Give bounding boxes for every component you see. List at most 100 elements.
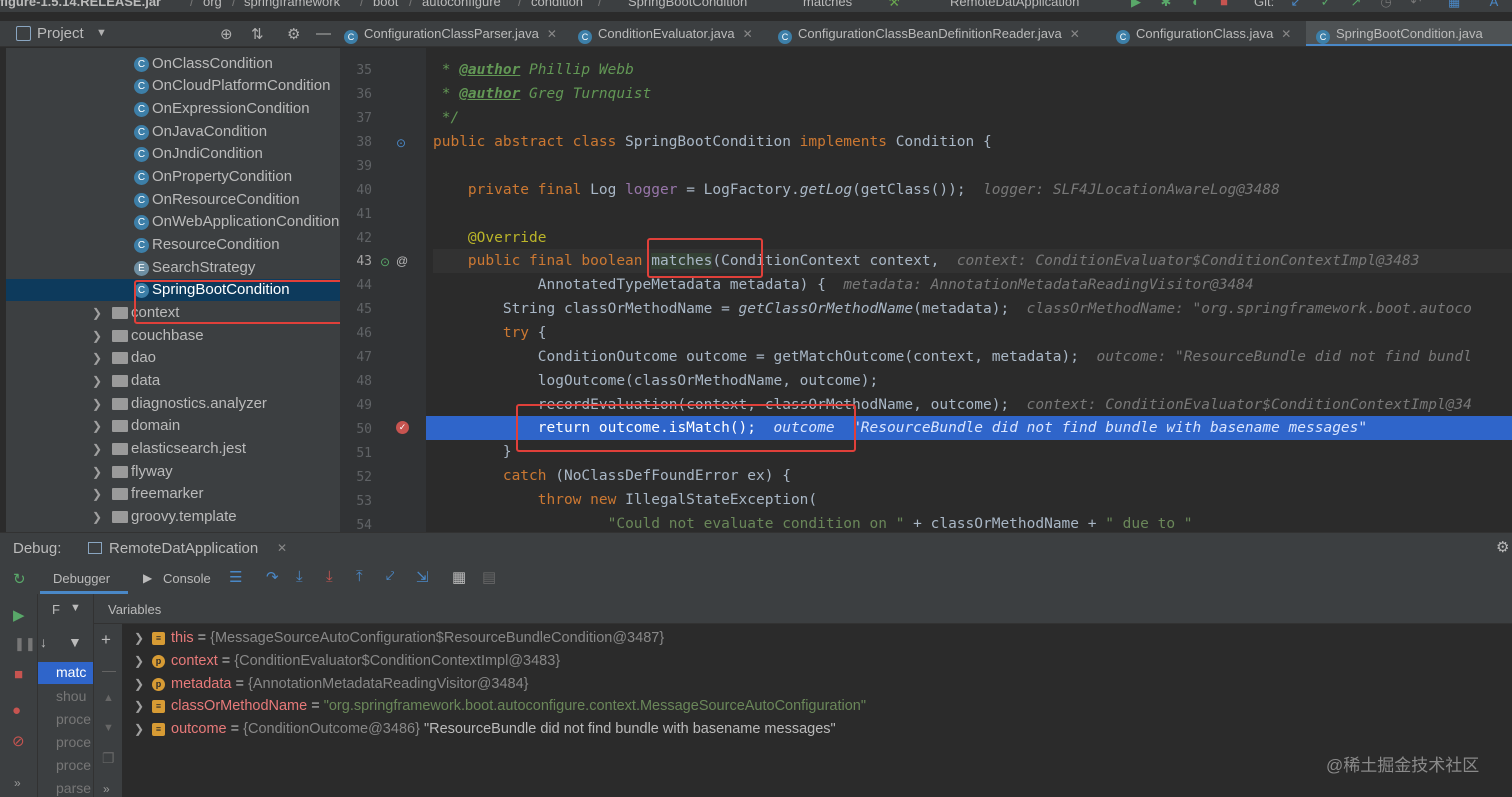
locate-icon[interactable]: ⊕ bbox=[220, 25, 233, 43]
stop-icon[interactable]: ■ bbox=[14, 666, 23, 683]
breadcrumb-condition[interactable]: condition bbox=[531, 0, 583, 9]
git-update-icon[interactable]: ↙ bbox=[1290, 0, 1302, 8]
frame-item[interactable]: shou bbox=[56, 688, 86, 704]
close-icon[interactable]: ✕ bbox=[743, 27, 753, 41]
chevron-right-icon[interactable]: ❯ bbox=[92, 302, 102, 324]
tab-configuration-class-bean-definition-reader[interactable]: C ConfigurationClassBeanDefinitionReader.… bbox=[778, 21, 1108, 46]
tree-item-enum[interactable]: E SearchStrategy bbox=[6, 257, 340, 279]
rollback-icon[interactable]: ↶ bbox=[1410, 0, 1422, 8]
tree-item-folder[interactable]: ❯ domain bbox=[6, 415, 340, 437]
gear-icon[interactable]: ⚙ bbox=[1496, 538, 1509, 556]
tree-item-class[interactable]: C OnCloudPlatformCondition bbox=[6, 75, 340, 97]
code-editor[interactable]: 35 36 37 38 39 40 41 42 43 44 45 46 47 4… bbox=[340, 48, 1512, 532]
step-down-icon[interactable]: ↓ bbox=[40, 634, 47, 650]
close-icon[interactable]: ✕ bbox=[1070, 27, 1080, 41]
debug-session-tab[interactable]: RemoteDatApplication bbox=[109, 540, 258, 557]
copy-icon[interactable]: ❐ bbox=[102, 750, 115, 767]
chevron-right-icon[interactable]: ❯ bbox=[92, 415, 102, 437]
history-icon[interactable]: ◷ bbox=[1380, 0, 1392, 8]
run-to-cursor-icon[interactable]: ⇲ bbox=[416, 568, 429, 586]
mute-breakpoints-icon[interactable]: ⊘ bbox=[12, 732, 25, 750]
tree-item-class[interactable]: C OnPropertyCondition bbox=[6, 166, 340, 188]
chevron-right-icon[interactable]: ❯ bbox=[134, 627, 144, 650]
tree-item-folder[interactable]: ❯ groovy.template bbox=[6, 506, 340, 528]
add-watch-icon[interactable]: + bbox=[101, 630, 111, 650]
frame-item-selected[interactable]: matc bbox=[38, 662, 93, 684]
chevron-right-icon[interactable]: ❯ bbox=[134, 650, 144, 673]
step-into-icon[interactable]: ⤓ bbox=[296, 568, 303, 585]
tree-item-folder[interactable]: ❯ diagnostics.analyzer bbox=[6, 393, 340, 415]
close-icon[interactable]: ✕ bbox=[277, 541, 287, 555]
run-icon[interactable]: ▶ bbox=[1130, 0, 1142, 8]
chevron-right-icon[interactable]: ❯ bbox=[92, 438, 102, 460]
tree-item-folder[interactable]: ❯ flyway bbox=[6, 461, 340, 483]
evaluate-icon[interactable]: ▦ bbox=[452, 568, 466, 586]
step-over-icon[interactable]: ↷ bbox=[266, 568, 279, 586]
breadcrumb-class[interactable]: SpringBootCondition bbox=[628, 0, 747, 9]
debug-icon[interactable]: ✱ bbox=[1160, 0, 1172, 8]
tab-console[interactable]: Console bbox=[163, 571, 211, 586]
frame-item[interactable]: proce bbox=[56, 711, 91, 727]
tab-configuration-class-parser[interactable]: C ConfigurationClassParser.java ✕ bbox=[340, 21, 570, 46]
tree-item-class[interactable]: C OnJndiCondition bbox=[6, 143, 340, 165]
breadcrumb-springframework[interactable]: springframework bbox=[244, 0, 340, 9]
force-step-into-icon[interactable]: ⤓ bbox=[326, 568, 333, 585]
collapse-all-icon[interactable]: ⇅ bbox=[251, 25, 264, 43]
tree-item-folder[interactable]: ❯ dao bbox=[6, 347, 340, 369]
tab-spring-boot-condition[interactable]: C SpringBootCondition.java bbox=[1306, 21, 1512, 46]
chevron-right-icon[interactable]: ❯ bbox=[92, 325, 102, 347]
pause-icon[interactable]: ❚❚ bbox=[14, 636, 36, 652]
tree-item-class[interactable]: C OnWebApplicationCondition bbox=[6, 211, 340, 233]
tree-item-class[interactable]: C OnResourceCondition bbox=[6, 189, 340, 211]
translate-icon[interactable]: A bbox=[1488, 0, 1500, 8]
tree-item-folder[interactable]: ❯ elasticsearch.jest bbox=[6, 438, 340, 460]
stop-icon[interactable]: ■ bbox=[1218, 0, 1230, 8]
move-down-icon[interactable]: ▼ bbox=[103, 722, 114, 734]
coverage-icon[interactable]: ◐ bbox=[1190, 0, 1202, 8]
drop-frame-icon[interactable]: ⤦ bbox=[386, 568, 394, 585]
rerun-icon[interactable]: ↻ bbox=[13, 570, 26, 588]
menu-icon[interactable]: ☰ bbox=[229, 568, 242, 586]
chevron-right-icon[interactable]: ❯ bbox=[134, 695, 144, 718]
close-icon[interactable]: ✕ bbox=[1281, 27, 1291, 41]
breadcrumb-org[interactable]: org bbox=[203, 0, 222, 9]
chevron-right-icon[interactable]: ❯ bbox=[92, 506, 102, 528]
chevron-right-icon[interactable]: ❯ bbox=[92, 347, 102, 369]
frame-item[interactable]: proce bbox=[56, 734, 91, 750]
chevron-right-icon[interactable]: ❯ bbox=[92, 393, 102, 415]
minimize-icon[interactable]: — bbox=[316, 25, 331, 42]
tree-item-class[interactable]: C OnJavaCondition bbox=[6, 121, 340, 143]
overrides-gutter-icon[interactable]: ⊙ bbox=[380, 255, 390, 269]
tree-item-class[interactable]: C OnExpressionCondition bbox=[6, 98, 340, 120]
hammer-icon[interactable]: ⚒ bbox=[888, 0, 900, 8]
run-config-selector[interactable]: RemoteDatApplication bbox=[950, 0, 1079, 9]
chevron-right-icon[interactable]: ❯ bbox=[92, 370, 102, 392]
frame-item[interactable]: parse bbox=[56, 780, 91, 796]
git-commit-icon[interactable]: ✓ bbox=[1320, 0, 1332, 8]
tree-item-class[interactable]: C ResourceCondition bbox=[6, 234, 340, 256]
tab-debugger[interactable]: Debugger bbox=[40, 563, 128, 594]
remove-watch-icon[interactable]: — bbox=[102, 662, 116, 678]
tree-item-folder[interactable]: ❯ freemarker bbox=[6, 483, 340, 505]
breadcrumb-autoconfigure[interactable]: autoconfigure bbox=[422, 0, 501, 9]
chevron-right-icon[interactable]: ❯ bbox=[134, 673, 144, 696]
resume-icon[interactable]: ▶ bbox=[13, 606, 25, 624]
breadcrumb-jar[interactable]: figure-1.5.14.RELEASE.jar bbox=[0, 0, 161, 9]
step-out-icon[interactable]: ⤒ bbox=[356, 568, 363, 585]
chevron-down-icon[interactable]: ▼ bbox=[70, 602, 81, 614]
annotation-gutter-icon[interactable]: @ bbox=[396, 254, 408, 268]
view-breakpoints-icon[interactable]: ● bbox=[12, 702, 21, 719]
frame-item[interactable]: proce bbox=[56, 757, 91, 773]
structure-icon[interactable]: ▦ bbox=[1448, 0, 1460, 8]
gear-icon[interactable]: ⚙ bbox=[287, 25, 300, 43]
chevron-down-icon[interactable]: ▼ bbox=[96, 27, 107, 39]
tab-condition-evaluator[interactable]: C ConditionEvaluator.java ✕ bbox=[578, 21, 796, 46]
implementations-gutter-icon[interactable]: ⊙ bbox=[396, 136, 406, 150]
frames-header[interactable]: F bbox=[52, 602, 60, 617]
trace-icon[interactable]: ▤ bbox=[482, 568, 496, 586]
git-push-icon[interactable]: ↗ bbox=[1350, 0, 1362, 8]
expand-icon[interactable]: » bbox=[103, 782, 110, 796]
move-up-icon[interactable]: ▲ bbox=[103, 692, 114, 704]
breadcrumb-boot[interactable]: boot bbox=[373, 0, 398, 9]
chevron-right-icon[interactable]: ❯ bbox=[92, 483, 102, 505]
